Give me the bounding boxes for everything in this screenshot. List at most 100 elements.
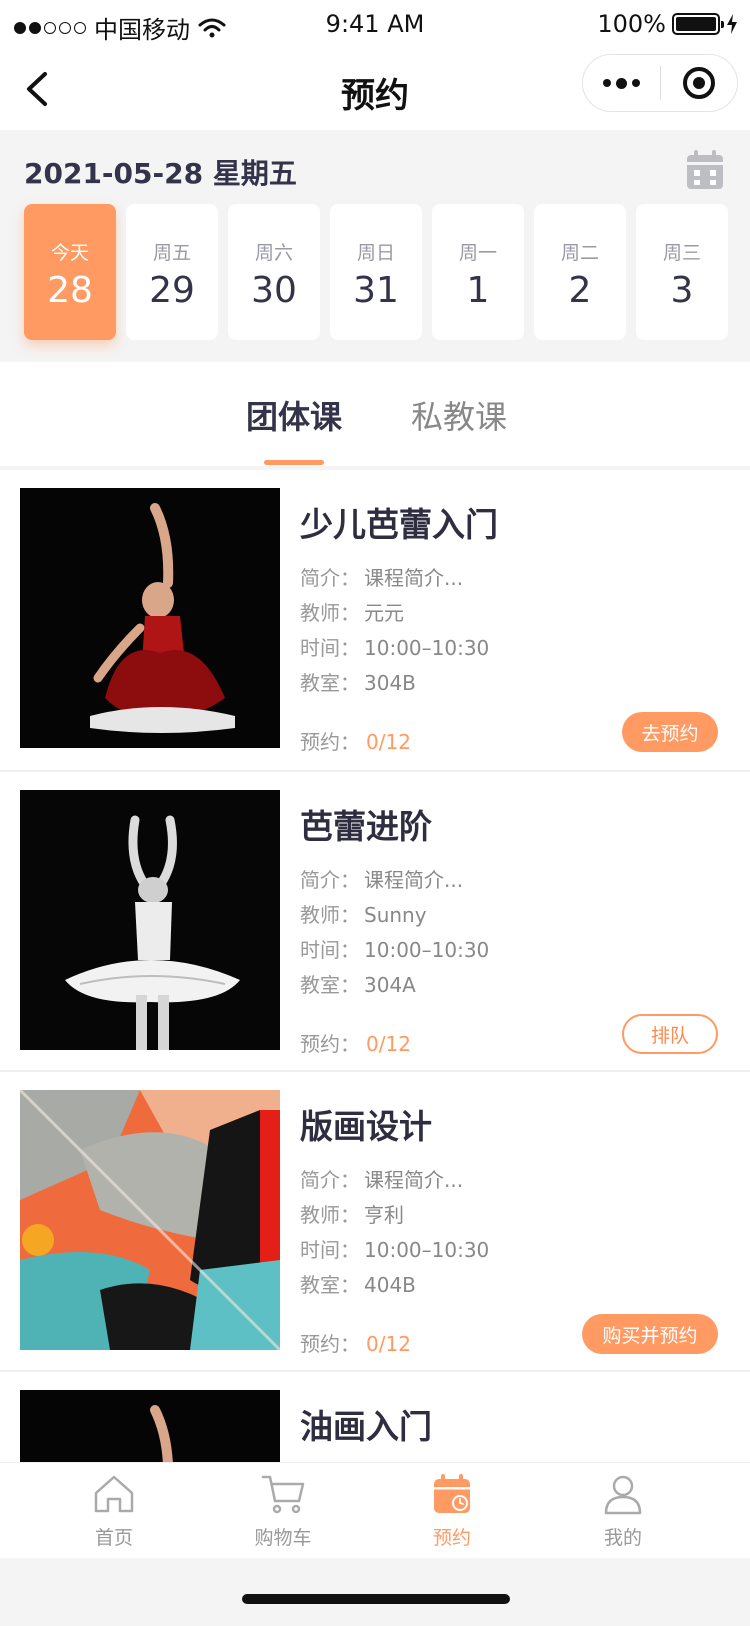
day-date: 30 <box>251 270 297 311</box>
tab-group-class[interactable]: 团体课 <box>246 392 342 438</box>
day-date: 31 <box>353 270 399 311</box>
mini-program-capsule <box>582 54 738 112</box>
teacher-value: Sunny <box>364 903 427 927</box>
teacher-label: 教师： <box>300 903 360 927</box>
course-card[interactable]: 油画入门 <box>0 1370 750 1462</box>
time-label: 时间： <box>300 1238 360 1262</box>
teacher-value: 亨利 <box>364 1203 404 1227</box>
queue-button[interactable]: 排队 <box>622 1014 718 1054</box>
room-value: 304B <box>364 671 416 695</box>
day-date: 3 <box>670 270 694 311</box>
charging-icon <box>727 14 737 34</box>
selected-date: 2021-05-28 星期五 <box>24 157 297 190</box>
course-intro: 简介： 课程简介... <box>300 562 463 591</box>
course-image <box>20 790 280 1050</box>
course-image <box>20 1390 280 1462</box>
active-tab-indicator <box>264 460 324 465</box>
course-teacher: 教师： 亨利 <box>300 1199 404 1228</box>
teacher-label: 教师： <box>300 1203 360 1227</box>
status-bar: 中国移动 9:41 AM 100% <box>0 0 750 48</box>
intro-value: 课程简介... <box>364 868 464 892</box>
course-room: 教室： 304A <box>300 969 416 998</box>
course-card[interactable]: 少儿芭蕾入门 简介： 课程简介... 教师： 元元 时间： 10:00–10:30 教… <box>0 470 750 770</box>
room-label: 教室： <box>300 671 360 695</box>
time-label: 时间： <box>300 938 360 962</box>
buy-and-book-button[interactable]: 购买并预约 <box>582 1314 718 1354</box>
course-intro: 简介： 课程简介... <box>300 1164 463 1193</box>
target-icon <box>682 67 715 99</box>
booking-label: 预约： <box>300 1032 360 1056</box>
course-card[interactable]: 芭蕾进阶 简介： 课程简介... 教师： Sunny 时间： 10:00–10:30 … <box>0 770 750 1070</box>
day-date: 1 <box>466 270 490 311</box>
course-card[interactable]: 版画设计 简介： 课程简介... 教师： 亨利 时间： 10:00–10:30 教室：… <box>0 1070 750 1370</box>
time-value: 10:00–10:30 <box>364 1238 490 1262</box>
day-item[interactable]: 周二 2 <box>534 204 626 340</box>
day-weekday: 周日 <box>356 242 395 264</box>
course-title: 少儿芭蕾入门 <box>300 505 498 544</box>
room-value: 404B <box>364 1273 416 1297</box>
booking-value: 0/12 <box>366 730 411 754</box>
day-weekday: 周三 <box>662 242 701 264</box>
course-time: 时间： 10:00–10:30 <box>300 632 489 661</box>
day-item[interactable]: 周三 3 <box>636 204 728 340</box>
course-type-tabs: 团体课 私教课 <box>0 362 750 466</box>
day-date: 28 <box>47 270 93 311</box>
booking-label: 预约： <box>300 730 360 754</box>
booking-count: 预约： 0/12 <box>300 726 411 755</box>
booking-value: 0/12 <box>366 1032 411 1056</box>
day-date: 2 <box>568 270 592 311</box>
day-item[interactable]: 周日 31 <box>330 204 422 340</box>
course-list: 少儿芭蕾入门 简介： 课程简介... 教师： 元元 时间： 10:00–10:30 教… <box>0 470 750 1462</box>
day-item[interactable]: 周一 1 <box>432 204 524 340</box>
back-button[interactable] <box>14 66 58 112</box>
calendar-icon <box>434 1474 470 1513</box>
tab-private-class[interactable]: 私教课 <box>411 392 507 438</box>
more-button[interactable] <box>583 55 660 111</box>
intro-label: 简介： <box>300 868 360 892</box>
day-date: 29 <box>149 270 195 311</box>
bottom-tab-bar: 首页 购物车 预约 我的 <box>0 1462 750 1558</box>
tabbar-item-profile[interactable]: 我的 <box>563 1473 683 1550</box>
time-value: 10:00–10:30 <box>364 938 490 962</box>
room-label: 教室： <box>300 1273 360 1297</box>
battery-percent: 100% <box>597 10 666 38</box>
day-weekday: 周五 <box>152 242 191 264</box>
tabbar-item-cart[interactable]: 购物车 <box>223 1473 343 1550</box>
course-image <box>20 488 280 748</box>
more-icon <box>602 77 640 89</box>
day-item-today[interactable]: 今天 28 <box>24 204 116 340</box>
book-button[interactable]: 去预约 <box>622 712 718 752</box>
booking-label: 预约： <box>300 1332 360 1356</box>
cart-icon <box>261 1475 305 1514</box>
tabbar-item-booking[interactable]: 预约 <box>392 1473 512 1550</box>
course-time: 时间： 10:00–10:30 <box>300 934 489 963</box>
course-time: 时间： 10:00–10:30 <box>300 1234 489 1263</box>
course-title: 芭蕾进阶 <box>300 807 432 846</box>
close-mini-program-button[interactable] <box>661 55 738 111</box>
chevron-left-icon <box>27 72 47 106</box>
course-teacher: 教师： Sunny <box>300 899 427 928</box>
course-intro: 简介： 课程简介... <box>300 864 463 893</box>
teacher-label: 教师： <box>300 601 360 625</box>
time-value: 10:00–10:30 <box>364 636 490 660</box>
tabbar-item-home[interactable]: 首页 <box>54 1473 174 1550</box>
home-indicator <box>242 1594 510 1604</box>
day-weekday: 周六 <box>254 242 293 264</box>
calendar-picker-icon[interactable] <box>686 150 724 190</box>
room-label: 教室： <box>300 973 360 997</box>
nav-bar: 预约 <box>0 48 750 130</box>
intro-label: 简介： <box>300 1168 360 1192</box>
course-title: 版画设计 <box>300 1107 432 1146</box>
tabbar-label: 购物车 <box>254 1527 312 1549</box>
day-item[interactable]: 周六 30 <box>228 204 320 340</box>
course-room: 教室： 404B <box>300 1269 416 1298</box>
day-weekday: 周二 <box>560 242 599 264</box>
tabbar-label: 我的 <box>603 1527 642 1549</box>
day-weekday: 周一 <box>458 242 497 264</box>
intro-value: 课程简介... <box>364 1168 464 1192</box>
tabbar-label: 预约 <box>432 1527 471 1549</box>
day-item[interactable]: 周五 29 <box>126 204 218 340</box>
course-teacher: 教师： 元元 <box>300 597 404 626</box>
battery-icon <box>672 13 724 35</box>
user-icon <box>604 1475 642 1515</box>
